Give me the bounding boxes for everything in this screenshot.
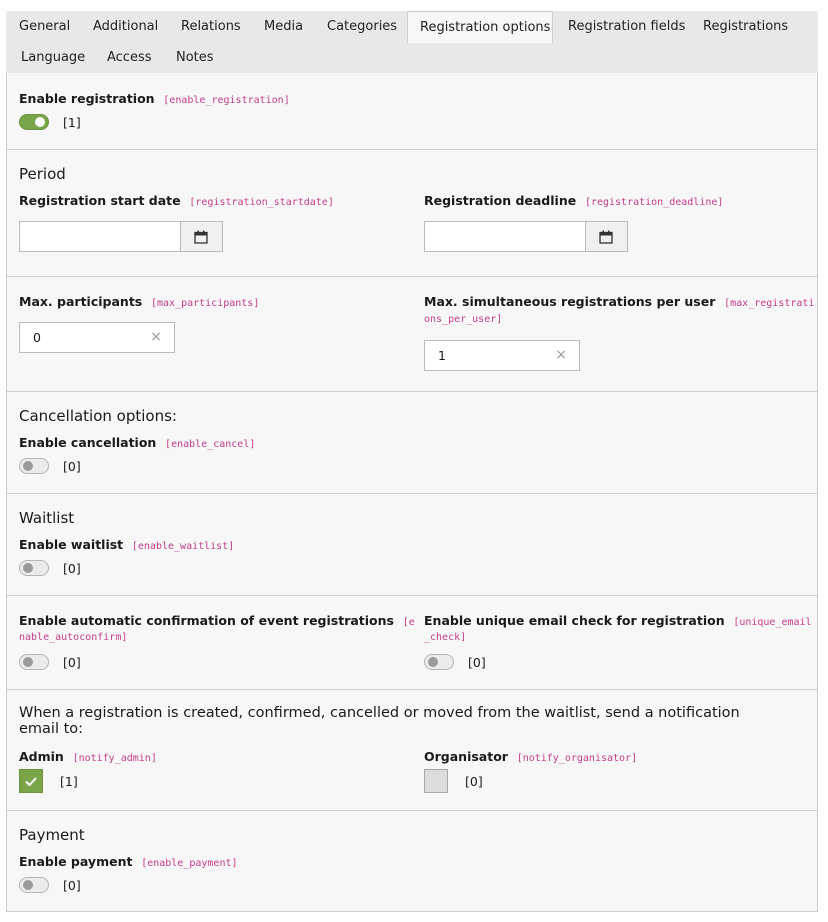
enable-autoconfirm-label: Enable automatic confirmation of event r…	[19, 613, 415, 628]
enable-registration-toggle[interactable]	[19, 114, 49, 130]
clear-icon[interactable]: ×	[555, 347, 567, 363]
enable-cancel-value: [0]	[63, 459, 81, 474]
tab-relations[interactable]: Relations	[181, 11, 241, 42]
enable-autoconfirm-key: [e	[402, 617, 415, 628]
tab-access[interactable]: Access	[107, 42, 152, 73]
enable-autoconfirm-key-continued: nable_autoconfirm]	[19, 632, 128, 643]
registration-deadline-input[interactable]	[424, 221, 628, 252]
enable-payment-label: Enable payment [enable_payment]	[19, 854, 238, 869]
notify-admin-value: [1]	[60, 774, 78, 789]
section-divider	[6, 493, 818, 494]
unique-email-toggle[interactable]	[424, 654, 454, 670]
enable-payment-value: [0]	[63, 878, 81, 893]
calendar-icon	[194, 230, 208, 244]
enable-cancel-label: Enable cancellation [enable_cancel]	[19, 435, 256, 450]
notify-organisator-value: [0]	[465, 774, 483, 789]
calendar-icon	[599, 230, 613, 244]
checkmark-icon	[25, 777, 37, 787]
enable-payment-key: [enable_payment]	[141, 858, 238, 869]
enable-registration-key: [enable_registration]	[163, 95, 290, 106]
enable-waitlist-label: Enable waitlist [enable_waitlist]	[19, 537, 235, 552]
max-per-user-input[interactable]: 1 ×	[424, 340, 580, 371]
notify-heading: When a registration is created, confirme…	[19, 705, 740, 721]
section-divider	[6, 810, 818, 811]
tab-categories[interactable]: Categories	[327, 11, 397, 42]
cancellation-heading: Cancellation options:	[19, 407, 177, 425]
section-divider	[6, 276, 818, 277]
registration-startdate-input[interactable]	[19, 221, 223, 252]
tab-registration-options[interactable]: Registration options	[407, 11, 553, 43]
enable-autoconfirm-toggle[interactable]	[19, 654, 49, 670]
enable-cancel-toggle[interactable]	[19, 458, 49, 474]
enable-waitlist-value: [0]	[63, 561, 81, 576]
registration-deadline-label: Registration deadline [registration_dead…	[424, 193, 724, 208]
notify-organisator-checkbox[interactable]	[424, 769, 448, 793]
calendar-button[interactable]	[585, 222, 627, 251]
max-per-user-key-continued: ons_per_user]	[424, 314, 503, 325]
registration-startdate-label: Registration start date [registration_st…	[19, 193, 334, 208]
tab-additional[interactable]: Additional	[93, 11, 158, 42]
unique-email-key-continued: _check]	[424, 632, 467, 643]
max-per-user-key: [max_registrati	[724, 298, 815, 309]
tab-language[interactable]: Language	[21, 42, 85, 73]
tab-notes[interactable]: Notes	[176, 42, 214, 73]
notify-organisator-label: Organisator [notify_organisator]	[424, 749, 638, 764]
unique-email-key: [unique_email	[733, 617, 812, 628]
enable-waitlist-key: [enable_waitlist]	[131, 541, 235, 552]
enable-payment-toggle[interactable]	[19, 877, 49, 893]
max-participants-key: [max_participants]	[150, 298, 260, 309]
tab-general[interactable]: General	[19, 11, 70, 42]
section-divider	[6, 391, 818, 392]
tab-registrations[interactable]: Registrations	[703, 11, 788, 42]
registration-deadline-key: [registration_deadline]	[584, 197, 724, 208]
section-divider	[6, 595, 818, 596]
enable-waitlist-toggle[interactable]	[19, 560, 49, 576]
section-divider	[6, 149, 818, 150]
period-heading: Period	[19, 165, 66, 183]
enable-cancel-key: [enable_cancel]	[165, 439, 256, 450]
enable-registration-value: [1]	[63, 115, 81, 130]
notify-admin-key: [notify_admin]	[72, 753, 157, 764]
enable-autoconfirm-value: [0]	[63, 655, 81, 670]
section-divider	[6, 689, 818, 690]
notify-heading-continued: email to:	[19, 721, 84, 737]
tab-media[interactable]: Media	[264, 11, 303, 42]
unique-email-value: [0]	[468, 655, 486, 670]
max-per-user-value: 1	[438, 348, 446, 363]
waitlist-heading: Waitlist	[19, 509, 75, 527]
max-per-user-label: Max. simultaneous registrations per user…	[424, 294, 815, 309]
notify-organisator-key: [notify_organisator]	[516, 753, 638, 764]
max-participants-input[interactable]: 0 ×	[19, 322, 175, 353]
unique-email-label: Enable unique email check for registrati…	[424, 613, 812, 628]
notify-admin-label: Admin [notify_admin]	[19, 749, 157, 764]
clear-icon[interactable]: ×	[150, 329, 162, 345]
max-participants-label: Max. participants [max_participants]	[19, 294, 260, 309]
tab-registration-fields[interactable]: Registration fields	[568, 11, 685, 42]
notify-admin-checkbox[interactable]	[19, 769, 43, 793]
max-participants-value: 0	[33, 330, 41, 345]
calendar-button[interactable]	[180, 222, 222, 251]
payment-heading: Payment	[19, 826, 85, 844]
registration-startdate-key: [registration_startdate]	[189, 197, 334, 208]
enable-registration-label: Enable registration [enable_registration…	[19, 91, 290, 106]
